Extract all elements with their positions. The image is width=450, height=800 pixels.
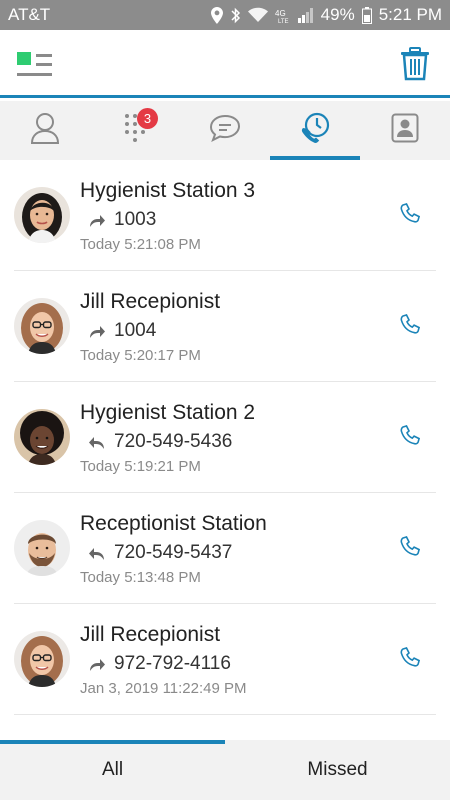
call-timestamp: Today 5:13:48 PM xyxy=(80,569,201,586)
call-list-item[interactable]: Hygienist Station 3 1003 Today 5:21:08 P… xyxy=(14,160,436,271)
phone-icon[interactable] xyxy=(398,202,422,226)
phone-icon[interactable] xyxy=(398,646,422,670)
contact-name: Hygienist Station 2 xyxy=(80,401,256,424)
tab-recent-calls[interactable] xyxy=(270,101,360,160)
phone-icon[interactable] xyxy=(398,424,422,448)
outgoing-call-icon xyxy=(88,323,106,339)
avatar xyxy=(14,298,70,354)
avatar xyxy=(14,409,70,465)
call-timestamp: Today 5:19:21 PM xyxy=(80,458,201,475)
tab-directory[interactable] xyxy=(360,101,450,160)
incoming-call-icon xyxy=(88,545,106,561)
location-icon xyxy=(210,6,223,24)
phone-icon[interactable] xyxy=(398,535,422,559)
phone-icon[interactable] xyxy=(398,313,422,337)
tab-chat[interactable] xyxy=(180,101,270,160)
tab-dialpad[interactable] xyxy=(90,101,180,160)
avatar xyxy=(14,520,70,576)
status-bar: AT&T 4G LTE 49% 5:21 PM xyxy=(0,0,450,30)
avatar xyxy=(14,631,70,687)
clock: 5:21 PM xyxy=(378,5,442,24)
filter-all-tab[interactable]: All xyxy=(0,740,225,800)
battery-icon xyxy=(361,6,372,24)
call-timestamp: Today 5:20:17 PM xyxy=(80,347,201,364)
tab-bar: 3 xyxy=(0,101,450,160)
call-list-item[interactable]: Jill Recepionist 972-792-4116 Jan 3, 201… xyxy=(14,604,436,715)
contact-name: Jill Recepionist xyxy=(80,623,221,646)
recent-calls-icon xyxy=(299,112,331,149)
lte-icon: 4G LTE xyxy=(275,7,291,23)
call-list[interactable]: Hygienist Station 3 1003 Today 5:21:08 P… xyxy=(0,160,450,740)
call-timestamp: Today 5:21:08 PM xyxy=(80,236,201,253)
call-filter-bar: All Missed xyxy=(0,740,450,800)
wifi-icon xyxy=(247,7,268,23)
call-list-item[interactable]: Jill Recepionist 1004 Today 5:20:17 PM xyxy=(14,271,436,382)
filter-missed-tab[interactable]: Missed xyxy=(225,740,450,800)
status-icons: 4G LTE 49% 5:21 PM xyxy=(210,5,442,25)
outgoing-call-icon xyxy=(88,212,106,228)
contact-number: 1003 xyxy=(114,209,157,230)
call-list-item[interactable]: Receptionist Station 720-549-5437 Today … xyxy=(14,493,436,604)
contact-number: 720-549-5437 xyxy=(114,542,233,563)
contact-name: Receptionist Station xyxy=(80,512,267,535)
app-header xyxy=(0,30,450,98)
contact-number: 720-549-5436 xyxy=(114,431,233,452)
call-list-item[interactable]: Hygienist Station 2 720-549-5436 Today 5… xyxy=(14,382,436,493)
signal-icon xyxy=(297,7,314,23)
svg-text:LTE: LTE xyxy=(278,19,289,23)
contact-number: 972-792-4116 xyxy=(114,653,231,674)
incoming-call-icon xyxy=(88,434,106,450)
directory-icon xyxy=(391,113,419,148)
chat-icon xyxy=(209,114,241,147)
trash-icon[interactable] xyxy=(400,47,430,81)
menu-icon[interactable] xyxy=(16,50,54,80)
battery-percent: 49% xyxy=(320,5,355,24)
missed-calls-badge: 3 xyxy=(137,108,158,129)
svg-text:4G: 4G xyxy=(275,9,286,18)
call-timestamp: Jan 3, 2019 11:22:49 PM xyxy=(80,680,247,697)
avatar xyxy=(14,187,70,243)
tab-contacts[interactable] xyxy=(0,101,90,160)
outgoing-call-icon xyxy=(88,656,106,672)
contact-name: Hygienist Station 3 xyxy=(80,179,256,202)
contact-number: 1004 xyxy=(114,320,157,341)
bluetooth-icon xyxy=(230,7,241,24)
contact-icon xyxy=(30,112,60,149)
carrier-label: AT&T xyxy=(8,5,51,24)
contact-name: Jill Recepionist xyxy=(80,290,221,313)
